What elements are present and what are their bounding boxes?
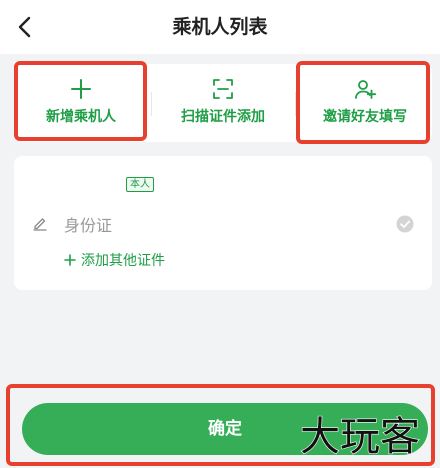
nav-header: 乘机人列表 — [0, 0, 440, 54]
add-passenger-button[interactable]: 新增乘机人 — [14, 64, 148, 142]
scan-document-button[interactable]: 扫描证件添加 — [154, 64, 292, 142]
page-title: 乘机人列表 — [172, 16, 268, 38]
self-badge: 本人 — [126, 177, 154, 192]
plus-icon — [64, 254, 76, 266]
check-circle-icon[interactable] — [396, 215, 414, 233]
invite-friend-label: 邀请好友填写 — [323, 109, 407, 125]
add-other-document-label: 添加其他证件 — [81, 253, 165, 269]
watermark-text: 大玩客 — [300, 414, 420, 460]
user-add-icon — [355, 80, 376, 99]
invite-friend-button[interactable]: 邀请好友填写 — [298, 64, 432, 142]
action-bar: 新增乘机人 扫描证件添加 邀请好友填写 — [14, 64, 432, 142]
divider — [151, 92, 152, 116]
add-passenger-label: 新增乘机人 — [46, 109, 116, 125]
add-other-document-link[interactable]: 添加其他证件 — [64, 251, 165, 271]
scan-icon — [213, 79, 233, 99]
scan-document-label: 扫描证件添加 — [181, 109, 265, 125]
plus-icon — [71, 79, 91, 99]
watermark-logo: 大玩客 — [300, 413, 421, 460]
id-type-label: 身份证 — [64, 216, 113, 235]
edit-icon[interactable] — [32, 215, 48, 231]
divider — [295, 92, 296, 116]
passenger-card[interactable]: 本人 身份证 添加其他证件 — [14, 156, 432, 290]
